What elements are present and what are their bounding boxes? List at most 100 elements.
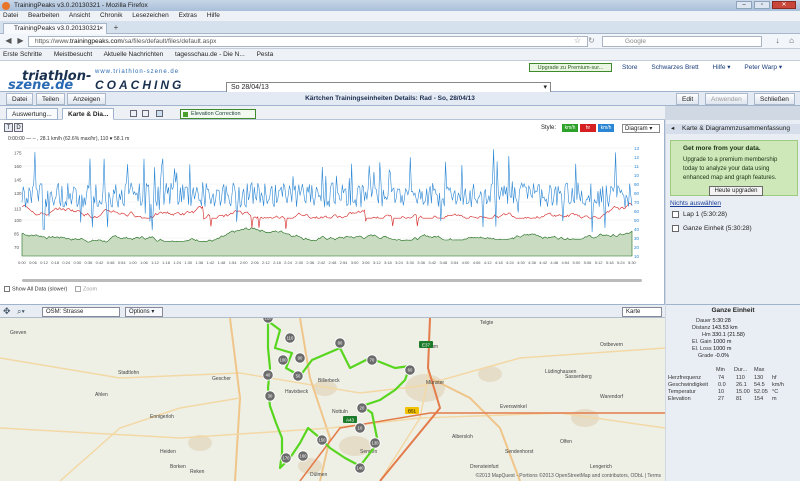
menu-lesezeichen[interactable]: Lesezeichen [132,12,169,19]
y-right-tick-label: 120 [634,155,639,160]
diagram-select[interactable]: Diagram ▾ [622,124,660,133]
datei-button[interactable]: Datei [6,93,34,105]
x-tick-label: 3:48 [439,260,448,265]
menu-hilfe[interactable]: Hilfe [207,12,220,19]
forward-icon[interactable]: ▶ [15,36,26,47]
maximize-button[interactable]: ▫ [754,1,770,9]
anwenden-button[interactable]: Anwenden [705,93,748,105]
url-bar[interactable]: https://www.trainingpeaks.com/sa/files/d… [28,36,588,47]
route-map[interactable]: Greven Telgte Sassenberg Havixbeck Billerbec… [0,318,665,481]
el-gain-value: 1000 m [713,339,732,345]
bookmark-pesta[interactable]: Pesta [257,51,274,58]
y-left-tick-label: 130 [14,191,22,196]
zoom-icon[interactable]: ⌕▾ [17,307,25,316]
layout-icon-2[interactable] [142,110,149,117]
minimize-button[interactable]: – [736,1,752,9]
anzeigen-button[interactable]: Anzeigen [67,93,107,105]
tss-label: Hm [702,332,711,338]
elevation-correction-button[interactable]: Elevation Correction [180,109,256,119]
back-icon[interactable]: ◀ [3,36,14,47]
y-right-tick-label: 100 [634,173,639,178]
lap-1-checkbox[interactable] [672,211,679,218]
collapse-icon[interactable]: ◂ [671,124,674,134]
town-label: Greven [10,330,27,336]
y-right-tick-label: 30 [634,236,639,241]
menu-datei[interactable]: Datei [3,12,18,19]
layout-icon-3[interactable] [156,110,163,117]
x-tick-label: 3:54 [451,260,460,265]
x-tick-label: 2:00 [240,260,249,265]
select-none-link[interactable]: Nichts auswählen [670,200,721,207]
bookmark-meistbesucht[interactable]: Meistbesucht [54,51,92,58]
link-hilfe[interactable]: Hilfe ▾ [713,64,731,71]
road-shield-label: A43 [346,418,355,423]
layout-icon-1[interactable] [130,110,137,117]
x-tick-label: 4:24 [506,260,515,265]
style-swatch-speed[interactable]: km/h [562,124,578,132]
link-schwarzes-brett[interactable]: Schwarzes Brett [651,64,698,71]
teilen-button[interactable]: Teilen [36,93,65,105]
style-swatch-kmh[interactable]: km/h [598,124,614,132]
download-icon[interactable]: ↓ [772,36,783,47]
lap-1-label: Lap 1 (5:30:28) [683,211,728,219]
distanz-value: 143.53 km [711,325,738,331]
route-marker-label: 50 [296,374,301,379]
browser-tab[interactable]: TrainingPeaks v3.0.20130321 × [3,23,107,34]
bookmark-tagesschau[interactable]: tagesschau.de - Die N... [175,51,245,58]
route-marker-label: 110 [287,336,294,341]
x-tick-label: 0:54 [118,260,127,265]
x-tick-label: 2:54 [340,260,349,265]
workout-chart[interactable]: 175 160 145 130 113 100 85 70 130 120 110 100 90 80 70… [14,144,639,274]
schliessen-button[interactable]: Schließen [754,93,795,105]
whole-workout-checkbox[interactable] [672,225,679,232]
upgrade-button[interactable]: Heute upgraden [709,186,763,196]
karte-select[interactable]: Karte [622,307,662,317]
menu-bearbeiten[interactable]: Bearbeiten [28,12,59,19]
home-icon[interactable]: ⌂ [786,36,797,47]
x-tick-label: 3:24 [395,260,404,265]
zoom-checkbox[interactable]: Zoom [75,286,97,292]
upgrade-premium-button[interactable]: Upgrade zu Premium-sur... [529,63,612,72]
whole-workout-item[interactable]: Ganze Einheit (5:30:28) [672,225,752,232]
x-tick-label: 1:24 [173,260,182,265]
close-button[interactable]: ✕ [772,1,796,9]
right-panel: ◂ Karte & Diagrammzusammenfassung Get mor… [666,120,800,304]
menu-ansicht[interactable]: Ansicht [69,12,90,19]
tab-karte-diagramm[interactable]: Karte & Dia... [62,108,115,120]
show-all-data-checkbox[interactable]: Show All Data (slower) [4,286,67,292]
lap-1-item[interactable]: Lap 1 (5:30:28) [672,211,727,218]
t-toggle[interactable]: T [4,123,13,132]
pan-icon[interactable]: ✥ [3,307,11,316]
bookmark-star-icon[interactable]: ☆ [572,36,583,47]
link-user-menu[interactable]: Peter Warp ▾ [744,64,782,71]
menu-extras[interactable]: Extras [179,12,197,19]
workout-toolbar: Datei Teilen Anzeigen Kärtchen Trainings… [0,92,800,106]
map-type-select[interactable]: OSM: Strasse [42,307,120,317]
town-area [405,374,445,402]
map-options-button[interactable]: Options ▾ [125,307,163,317]
top-links: Store Schwarzes Brett Hilfe ▾ Peter Warp… [622,63,794,73]
tab-auswertung[interactable]: Auswertung... [6,108,58,120]
el-gain-label: El. Gain [692,339,712,345]
chart-panel: T D Style: km/h hr km/h Diagram ▾ 0:00:0… [0,120,665,304]
x-tick-label: 1:30 [184,260,193,265]
url-prefix: https://www. [35,38,71,45]
stat-row-max: 154 [754,396,764,402]
x-tick-label: 5:24 [617,260,626,265]
new-tab-button[interactable]: + [110,24,122,33]
menu-chronik[interactable]: Chronik [100,12,122,19]
link-store[interactable]: Store [622,64,638,71]
bookmark-erste-schritte[interactable]: Erste Schritte [3,51,42,58]
firefox-icon [2,2,10,10]
range-slider[interactable] [22,279,642,282]
map-canvas[interactable]: GrevenTelgteSassenbergHavixbeckBillerbec… [0,318,665,481]
tab-close-icon[interactable]: × [99,24,103,34]
town-label: Gescher [212,376,231,382]
search-input[interactable]: Google [602,36,762,47]
style-swatch-hr[interactable]: hr [580,124,596,132]
d-toggle[interactable]: D [14,123,23,132]
reload-icon[interactable]: ↻ [586,36,597,47]
route-marker-label: 40 [266,373,271,378]
bookmark-aktuelle-nachrichten[interactable]: Aktuelle Nachrichten [104,51,164,58]
edit-button[interactable]: Edit [676,93,700,105]
